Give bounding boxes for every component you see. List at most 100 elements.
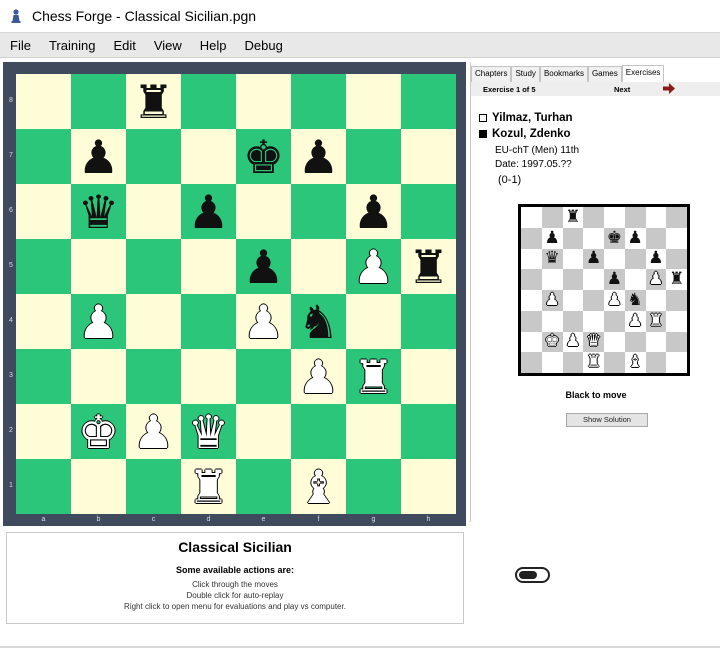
square-d6[interactable]: ♟ [181,184,236,239]
square-g6[interactable]: ♟ [346,184,401,239]
square-c4[interactable] [126,294,181,349]
square-g8[interactable] [346,74,401,129]
square-d4[interactable] [181,294,236,349]
square-f4[interactable]: ♞ [291,294,346,349]
black-rook-icon[interactable]: ♜ [408,244,449,290]
square-c3[interactable] [126,349,181,404]
square-h1[interactable] [401,459,456,514]
tab-exercises[interactable]: Exercises [621,65,665,82]
black-pawn-icon[interactable]: ♟ [78,134,119,180]
square-b7[interactable]: ♟ [71,129,126,184]
square-e3[interactable] [236,349,291,404]
white-pawn-icon[interactable]: ♟ [298,354,339,400]
white-king-icon[interactable]: ♚ [78,409,119,455]
square-c1[interactable] [126,459,181,514]
square-g2[interactable] [346,404,401,459]
white-rook-icon[interactable]: ♜ [353,354,394,400]
square-d2[interactable]: ♛ [181,404,236,459]
square-h3[interactable] [401,349,456,404]
square-f3[interactable]: ♟ [291,349,346,404]
square-d3[interactable] [181,349,236,404]
arrow-right-icon[interactable] [663,83,675,94]
square-e2[interactable] [236,404,291,459]
menu-debug[interactable]: Debug [235,38,291,53]
square-d7[interactable] [181,129,236,184]
show-solution-button[interactable]: Show Solution [566,413,648,427]
black-pawn-icon[interactable]: ♟ [243,244,284,290]
square-a5[interactable] [16,239,71,294]
square-b8[interactable] [71,74,126,129]
black-pawn-icon[interactable]: ♟ [188,189,229,235]
black-king-icon[interactable]: ♚ [243,134,284,180]
square-b2[interactable]: ♚ [71,404,126,459]
menu-file[interactable]: File [0,38,39,53]
black-rook-icon[interactable]: ♜ [133,79,174,125]
square-g1[interactable] [346,459,401,514]
tab-chapters[interactable]: Chapters [471,66,512,82]
white-pawn-icon[interactable]: ♟ [78,299,119,345]
black-queen-icon[interactable]: ♛ [78,189,119,235]
white-pawn-icon[interactable]: ♟ [133,409,174,455]
square-e8[interactable] [236,74,291,129]
square-f7[interactable]: ♟ [291,129,346,184]
tab-bookmarks[interactable]: Bookmarks [539,66,588,82]
menu-help[interactable]: Help [190,38,235,53]
engine-toggle[interactable] [515,567,550,583]
square-f2[interactable] [291,404,346,459]
square-b5[interactable] [71,239,126,294]
main-chessboard[interactable]: ♜ ♟ ♚ ♟ ♛ ♟ ♟ ♟ ♟ ♜ ♟ ♟ ♞ ♟ ♜ ♚ ♟ ♛ ♜ ♝ [16,74,456,514]
square-c5[interactable] [126,239,181,294]
square-d1[interactable]: ♜ [181,459,236,514]
square-a1[interactable] [16,459,71,514]
square-h5[interactable]: ♜ [401,239,456,294]
square-e1[interactable] [236,459,291,514]
black-knight-icon[interactable]: ♞ [298,299,339,345]
square-h6[interactable] [401,184,456,239]
menu-view[interactable]: View [144,38,190,53]
square-h4[interactable] [401,294,456,349]
square-a4[interactable] [16,294,71,349]
square-a6[interactable] [16,184,71,239]
square-e6[interactable] [236,184,291,239]
square-f6[interactable] [291,184,346,239]
square-a8[interactable] [16,74,71,129]
square-a2[interactable] [16,404,71,459]
square-c8[interactable]: ♜ [126,74,181,129]
square-c7[interactable] [126,129,181,184]
black-pawn-icon[interactable]: ♟ [353,189,394,235]
square-e7[interactable]: ♚ [236,129,291,184]
square-h2[interactable] [401,404,456,459]
square-b3[interactable] [71,349,126,404]
menu-training[interactable]: Training [39,38,103,53]
square-g7[interactable] [346,129,401,184]
white-rook-icon[interactable]: ♜ [188,464,229,510]
square-c2[interactable]: ♟ [126,404,181,459]
square-a3[interactable] [16,349,71,404]
square-f5[interactable] [291,239,346,294]
square-g3[interactable]: ♜ [346,349,401,404]
square-e5[interactable]: ♟ [236,239,291,294]
square-f1[interactable]: ♝ [291,459,346,514]
white-pawn-icon[interactable]: ♟ [243,299,284,345]
white-queen-icon[interactable]: ♛ [188,409,229,455]
tab-games[interactable]: Games [587,66,622,82]
square-b4[interactable]: ♟ [71,294,126,349]
next-button[interactable]: Next [614,85,630,94]
square-d5[interactable] [181,239,236,294]
square-h7[interactable] [401,129,456,184]
square-c6[interactable] [126,184,181,239]
square-e4[interactable]: ♟ [236,294,291,349]
black-pawn-icon[interactable]: ♟ [298,134,339,180]
white-bishop-icon[interactable]: ♝ [298,464,339,510]
square-g4[interactable] [346,294,401,349]
square-d8[interactable] [181,74,236,129]
exercise-board[interactable]: ♜ ♟ ♚ ♟ ♛ ♟ ♟ ♟ ♟ ♜ ♟ ♟ ♞ ♟ ♜ ♚ ♟ ♛ ♜ ♝ [518,204,690,376]
square-b1[interactable] [71,459,126,514]
square-h8[interactable] [401,74,456,129]
tab-study[interactable]: Study [511,66,540,82]
square-b6[interactable]: ♛ [71,184,126,239]
white-pawn-icon[interactable]: ♟ [353,244,394,290]
menu-edit[interactable]: Edit [103,38,143,53]
square-a7[interactable] [16,129,71,184]
square-f8[interactable] [291,74,346,129]
